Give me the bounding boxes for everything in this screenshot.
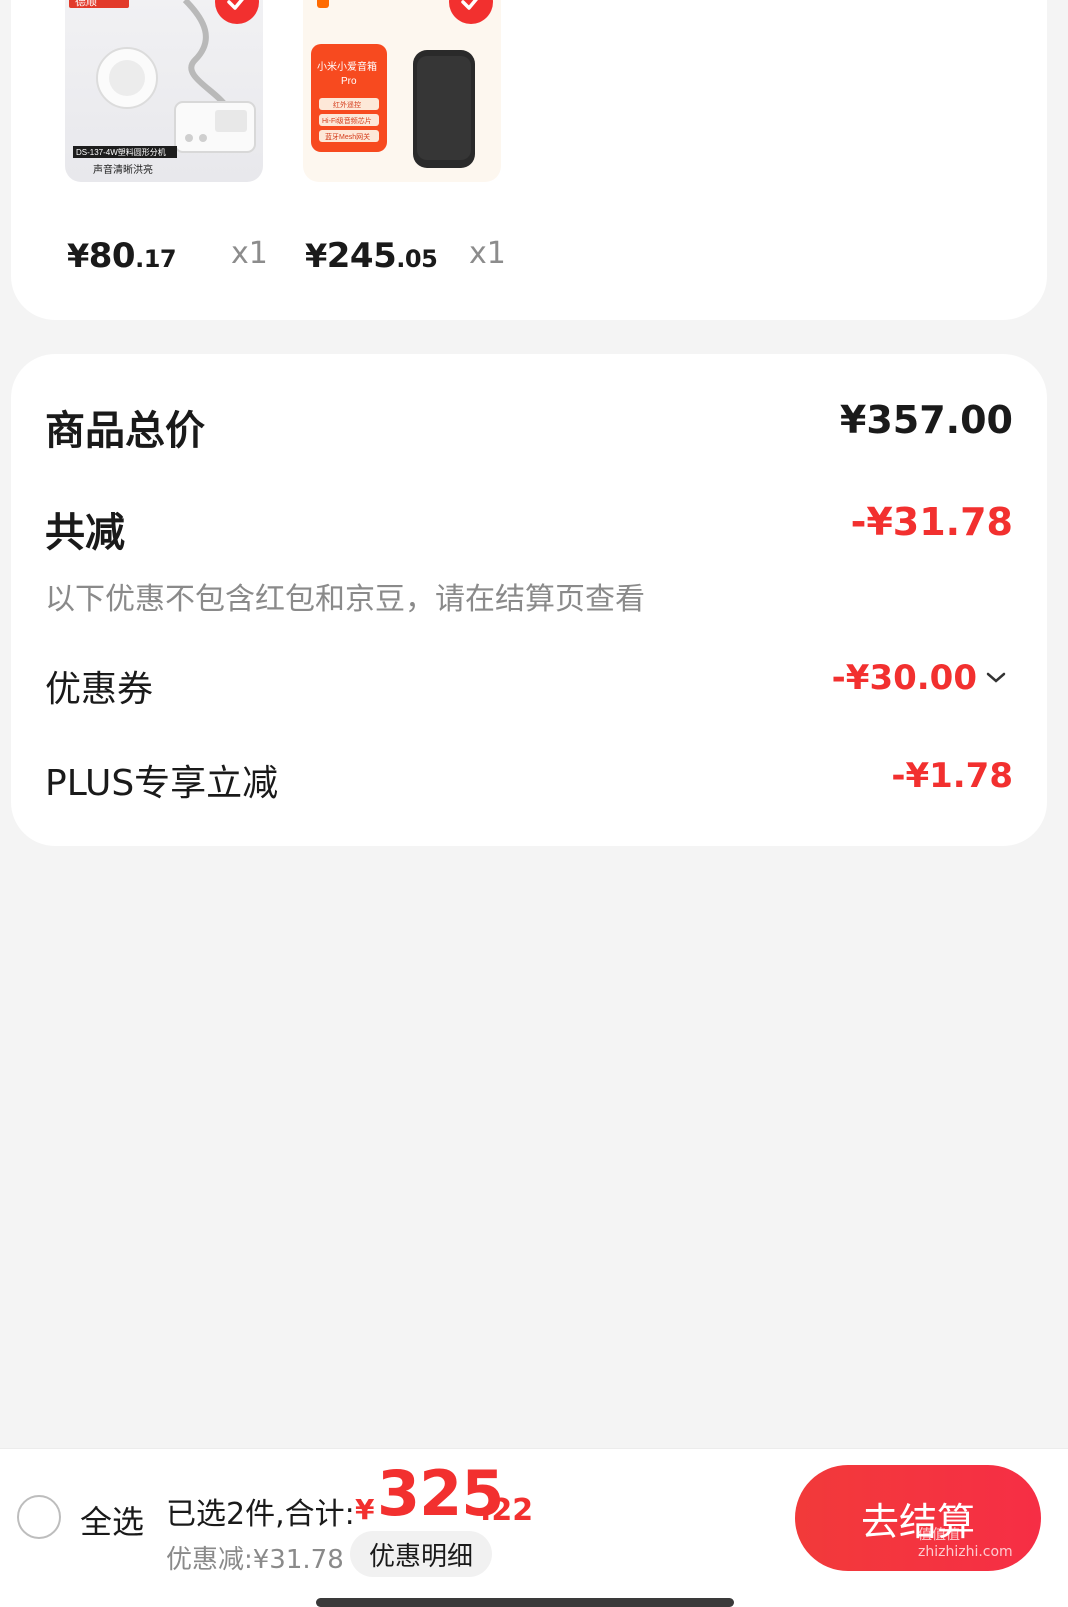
- product-image-speaker[interactable]: 小米小爱音箱 Pro 红外遥控 Hi-Fi级音频芯片 蓝牙Mesh网关: [303, 0, 501, 182]
- intercom-illustration: 德顺 DS-137-4W塑料圆形分机 声音清晰洪亮: [69, 0, 256, 176]
- check-icon: [461, 0, 478, 10]
- price-symbol: ¥: [67, 237, 89, 275]
- price-summary-card: 商品总价 ¥357.00 共减 -¥31.78 以下优惠不包含红包和京豆，请在结…: [11, 354, 1047, 846]
- coupon-value: -¥30.00: [831, 658, 977, 698]
- product-qty: x1: [469, 236, 506, 271]
- brand-logo-text: 德顺: [75, 0, 97, 8]
- speaker-title2: Pro: [341, 76, 357, 87]
- coupon-label: 优惠券: [45, 669, 154, 710]
- total-price-value: ¥357.00: [839, 398, 1013, 442]
- saved-amount-text: 优惠减:¥31.78: [166, 1545, 344, 1575]
- home-indicator: [316, 1598, 734, 1607]
- select-all-radio-icon[interactable]: [17, 1495, 61, 1539]
- product-image-intercom[interactable]: 德顺 DS-137-4W塑料圆形分机 声音清晰洪亮: [65, 0, 263, 182]
- price-int: 80: [88, 236, 136, 276]
- price-symbol: ¥: [305, 237, 327, 275]
- select-all-label[interactable]: 全选: [80, 1497, 144, 1543]
- caption-text: 声音清晰洪亮: [93, 163, 153, 176]
- product-qty: x1: [231, 236, 268, 271]
- plus-discount-label: PLUS专享立减: [45, 763, 279, 804]
- discount-note: 以下优惠不包含红包和京豆，请在结算页查看: [45, 582, 645, 617]
- total-currency: ¥: [355, 1493, 375, 1526]
- watermark: 值值值 zhizhizhi.com: [918, 1527, 1013, 1560]
- selected-summary-text: 已选2件,合计:: [166, 1497, 355, 1532]
- products-card: 德顺 DS-137-4W塑料圆形分机 声音清晰洪亮 小米小爱音箱 Pro 红外遥…: [11, 0, 1047, 320]
- model-line-text: DS-137-4W塑料圆形分机: [76, 147, 166, 157]
- chevron-down-icon: [986, 672, 1006, 683]
- price-int: 245: [326, 236, 397, 276]
- speaker-feature-1: 红外遥控: [333, 100, 361, 109]
- price-dec: .05: [396, 245, 438, 273]
- product-price: ¥245.05: [305, 236, 438, 276]
- plus-discount-value: -¥1.78: [891, 756, 1013, 796]
- checkout-bar: 全选 已选2件,合计: ¥ 325 .22 优惠减:¥31.78 优惠明细 去结…: [0, 1448, 1068, 1607]
- check-icon: [227, 0, 244, 10]
- coupon-row-toggle[interactable]: -¥30.00: [832, 658, 1007, 698]
- discount-value: -¥31.78: [850, 500, 1013, 544]
- speaker-illustration: 小米小爱音箱 Pro 红外遥控 Hi-Fi级音频芯片 蓝牙Mesh网关: [311, 0, 475, 168]
- total-amount-dec: .22: [480, 1493, 534, 1528]
- speaker-feature-2: Hi-Fi级音频芯片: [322, 116, 372, 125]
- total-price-label: 商品总价: [45, 408, 205, 454]
- speaker-feature-3: 蓝牙Mesh网关: [325, 132, 370, 141]
- price-dec: .17: [135, 245, 177, 273]
- discount-label: 共减: [45, 510, 125, 556]
- discount-detail-button[interactable]: 优惠明细: [350, 1531, 492, 1577]
- speaker-title: 小米小爱音箱: [317, 60, 377, 73]
- product-price: ¥80.17: [67, 236, 177, 276]
